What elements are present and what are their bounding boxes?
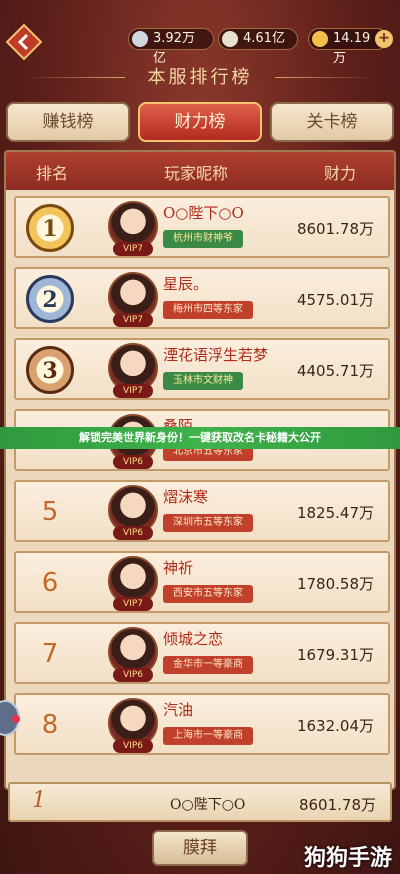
- vip-badge: VIP6: [113, 455, 153, 469]
- my-rank-row: 1 O○陛下○O 8601.78万: [8, 782, 392, 822]
- gold-ingot-icon: [312, 31, 328, 47]
- ranking-panel: 排名 玩家昵称 财力 1 VIP7 O○陛下○O 杭州市财神爷 8601.78万…: [4, 150, 396, 790]
- wealth-value: 1780.58万: [296, 575, 374, 593]
- wealth-value: 4405.71万: [296, 362, 374, 380]
- silver-coin-icon: [132, 31, 148, 47]
- back-icon[interactable]: [4, 22, 44, 62]
- table-row[interactable]: 8 VIP6 汽油 上海市一等豪商 1632.04万: [14, 693, 390, 755]
- table-row[interactable]: 7 VIP6 倾城之恋 金华市一等豪商 1679.31万: [14, 622, 390, 684]
- wealth-value: 8601.78万: [296, 220, 374, 238]
- title-badge: 梅州市四等东家: [163, 301, 253, 319]
- wealth-value: 1632.04万: [296, 717, 374, 735]
- tab-wealth[interactable]: 财力榜: [138, 102, 262, 142]
- vip-badge: VIP6: [113, 739, 153, 753]
- rank-medal-icon: 3: [26, 346, 74, 394]
- resource-scroll: 4.61亿: [218, 28, 298, 50]
- notification-dot: [12, 715, 20, 723]
- worship-button[interactable]: 膜拜: [152, 830, 248, 866]
- rank-number: 8: [41, 710, 59, 740]
- vip-badge: VIP6: [113, 668, 153, 682]
- table-header: 排名 玩家昵称 财力: [6, 152, 394, 190]
- title-badge: 深圳市五等东家: [163, 514, 253, 532]
- player-name: 倾城之恋: [163, 630, 224, 648]
- watermark: 狗狗手游: [303, 845, 392, 871]
- top-bar: 3.92万亿 4.61亿 14.19万 +: [0, 0, 400, 66]
- title-badge: 金华市一等豪商: [163, 656, 253, 674]
- rank-medal-icon: 2: [26, 275, 74, 323]
- table-row[interactable]: 5 VIP6 熠沫寒 深圳市五等东家 1825.47万: [14, 480, 390, 542]
- title-badge: 西安市五等东家: [163, 585, 253, 603]
- my-power: 8601.78万: [298, 796, 376, 814]
- title-badge: 玉林市文财神: [163, 372, 243, 390]
- player-name: 湮花语浮生若梦: [163, 346, 269, 364]
- tab-stages[interactable]: 关卡榜: [270, 102, 394, 142]
- rank-number: 5: [41, 497, 59, 527]
- vip-badge: VIP7: [113, 242, 153, 256]
- header-name: 玩家昵称: [164, 164, 229, 183]
- title-badge: 上海市一等豪商: [163, 727, 253, 745]
- vip-badge: VIP7: [113, 597, 153, 611]
- tab-bar: 赚钱榜 财力榜 关卡榜: [6, 102, 394, 144]
- add-gold-button[interactable]: +: [375, 30, 393, 48]
- table-row[interactable]: 3 VIP7 湮花语浮生若梦 玉林市文财神 4405.71万: [14, 338, 390, 400]
- vip-badge: VIP7: [113, 384, 153, 398]
- vip-badge: VIP6: [113, 526, 153, 540]
- my-rank: 1: [32, 788, 46, 813]
- vip-badge: VIP7: [113, 313, 153, 327]
- tab-earnings[interactable]: 赚钱榜: [6, 102, 130, 142]
- wealth-value: 4575.01万: [296, 291, 374, 309]
- scroll-icon: [222, 31, 238, 47]
- resource-silver: 3.92万亿: [128, 28, 214, 66]
- player-name: 神祈: [163, 559, 194, 577]
- table-row[interactable]: 2 VIP7 星辰。 梅州市四等东家 4575.01万: [14, 267, 390, 329]
- player-name: 汽油: [163, 701, 194, 719]
- table-row[interactable]: 6 VIP7 神祈 西安市五等东家 1780.58万: [14, 551, 390, 613]
- title-badge: 杭州市财神爷: [163, 230, 243, 248]
- wealth-value: 1825.47万: [296, 504, 374, 522]
- rank-number: 6: [41, 568, 59, 598]
- header-rank: 排名: [36, 164, 69, 183]
- my-name: O○陛下○O: [170, 797, 246, 813]
- player-name: 熠沫寒: [163, 488, 209, 506]
- table-row[interactable]: 1 VIP7 O○陛下○O 杭州市财神爷 8601.78万: [14, 196, 390, 258]
- header-power: 财力: [324, 164, 357, 183]
- player-name: 星辰。: [163, 275, 209, 293]
- rank-medal-icon: 1: [26, 204, 74, 252]
- page-title: 本服排行榜: [0, 60, 400, 96]
- wealth-value: 1679.31万: [296, 646, 374, 664]
- player-name: O○陛下○O: [163, 204, 244, 222]
- resource-gold: 14.19万 +: [308, 28, 393, 66]
- resource-value: 4.61亿: [243, 31, 285, 46]
- rank-number: 7: [41, 639, 59, 669]
- promo-banner[interactable]: 解锁完美世界新身份！一键获取改名卡秘籍大公开: [0, 427, 400, 449]
